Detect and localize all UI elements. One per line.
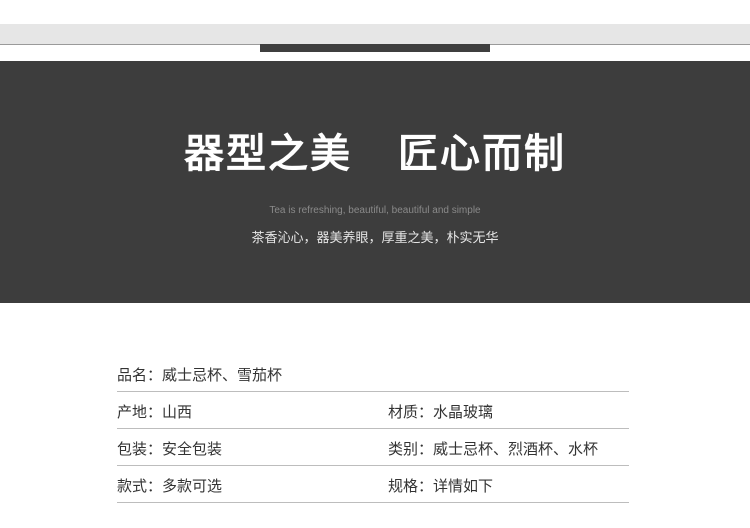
banner-headline: 器型之美 匠心而制 (0, 121, 750, 179)
spec-category: 类别：威士忌杯、烈酒杯、水杯 (388, 440, 599, 458)
hero-banner: 器型之美 匠心而制 Tea is refreshing, beautiful, b… (0, 61, 750, 303)
spec-row: 品名：威士忌杯、雪茄杯 (117, 355, 629, 392)
tagline-chinese: 茶香沁心，器美养眼，厚重之美，朴实无华 (251, 231, 499, 246)
product-spec-table: 品名：威士忌杯、雪茄杯 产地：山西 材质：水晶玻璃 包装：安全包装 类别：威士忌… (117, 355, 629, 503)
spec-row: 产地：山西 材质：水晶玻璃 (117, 392, 629, 429)
spec-size: 规格：详情如下 (388, 477, 494, 495)
spec-packaging: 包装：安全包装 (117, 440, 223, 458)
spec-row: 包装：安全包装 类别：威士忌杯、烈酒杯、水杯 (117, 429, 629, 466)
top-accent-bar (260, 44, 490, 52)
top-strip (0, 24, 750, 44)
spec-product-name: 品名：威士忌杯、雪茄杯 (117, 366, 283, 384)
spec-origin: 产地：山西 (117, 403, 193, 421)
spec-row: 款式：多款可选 规格：详情如下 (117, 466, 629, 503)
tagline-english: Tea is refreshing, beautiful, beautiful … (269, 205, 481, 216)
headline-right: 匠心而制 (398, 130, 566, 177)
spec-style: 款式：多款可选 (117, 477, 223, 495)
headline-left: 器型之美 (184, 130, 352, 177)
spec-material: 材质：水晶玻璃 (388, 403, 494, 421)
